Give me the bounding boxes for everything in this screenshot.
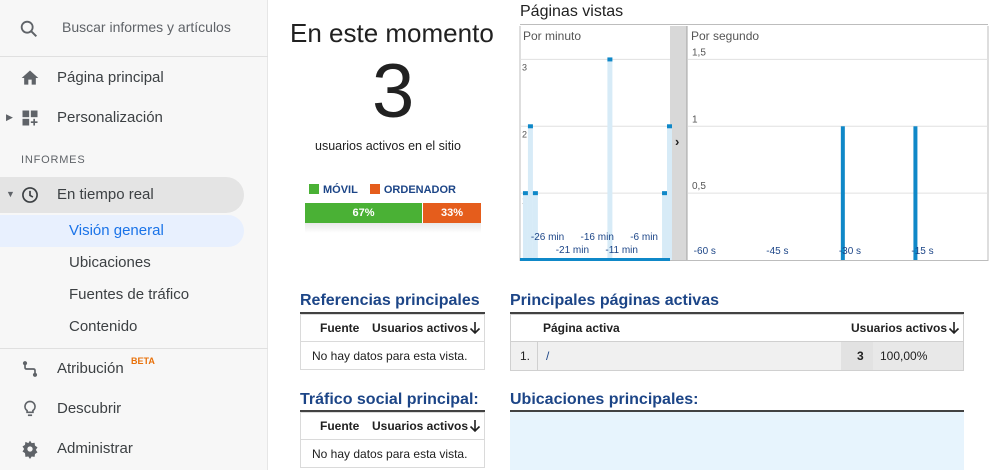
per-minute-bar-bg [532, 193, 538, 260]
pageviews-charts: › Por minuto Por segundo 123 0,511,5 -26… [519, 26, 989, 261]
row-index: 1. [520, 349, 531, 363]
gear-icon [22, 440, 38, 459]
nav-discover[interactable]: Descubrir [0, 391, 268, 427]
social-col-users[interactable]: Usuarios activos [372, 419, 468, 433]
nav-content[interactable]: Contenido [0, 311, 244, 343]
active-pages-col-users[interactable]: Usuarios activos [851, 321, 947, 335]
per-minute-title: Por minuto [523, 29, 581, 43]
row-page-link[interactable]: / [546, 349, 549, 363]
social-title: Tráfico social principal: [300, 391, 479, 408]
social-table: Fuente Usuarios activos No hay datos par… [300, 412, 485, 468]
per-minute-xtick: -16 min [581, 232, 614, 243]
per-minute-ytick: 3 [522, 62, 527, 72]
sort-down-icon[interactable] [469, 419, 481, 433]
per-minute-xtick: -26 min [531, 232, 564, 243]
per-minute-bar-bg [662, 193, 668, 260]
chevron-right-icon[interactable]: › [675, 134, 679, 149]
referrals-col-users[interactable]: Usuarios activos [372, 321, 468, 335]
per-second-bar [913, 126, 918, 261]
lightbulb-icon [24, 400, 36, 417]
referrals-table: Fuente Usuarios activos No hay datos par… [300, 314, 485, 370]
nav-admin[interactable]: Administrar [0, 431, 268, 467]
per-minute-plot-bg [520, 26, 670, 261]
per-minute-bar-bg [607, 59, 613, 260]
nav-traffic-sources-label: Fuentes de tráfico [69, 286, 190, 303]
per-minute-bar [527, 124, 533, 129]
per-second-ytick: 0,5 [692, 181, 706, 192]
referrals-col-source[interactable]: Fuente [320, 321, 359, 335]
per-second-ytick: 1 [692, 114, 698, 125]
nav-attribution[interactable]: Atribución BETA [0, 351, 268, 387]
social-col-source[interactable]: Fuente [320, 419, 359, 433]
per-second-title: Por segundo [691, 29, 759, 43]
per-minute-xtick: -6 min [630, 232, 658, 243]
per-second-bar [840, 126, 845, 261]
per-minute-bar [662, 191, 668, 196]
locations-map[interactable] [510, 412, 964, 470]
per-minute-bar-bg [522, 193, 528, 260]
per-minute-bar [607, 57, 613, 62]
referrals-empty: No hay datos para esta vista. [312, 349, 468, 363]
per-second-xtick: -15 s [911, 246, 933, 257]
sidebar-divider [0, 348, 268, 349]
per-second-xtick: -60 s [694, 246, 716, 257]
per-minute-ytick: 2 [522, 129, 527, 139]
row-users: 3 [857, 349, 864, 363]
attribution-icon [22, 361, 38, 377]
per-minute-xtick: -11 min [605, 245, 638, 256]
table-row[interactable]: 1. / 3 100,00% [511, 342, 963, 370]
active-pages-title: Principales páginas activas [510, 292, 719, 309]
beta-badge: BETA [131, 356, 155, 366]
per-second-xtick: -45 s [766, 246, 788, 257]
referrals-title: Referencias principales [300, 292, 480, 309]
nav-discover-label: Descubrir [57, 400, 122, 417]
per-minute-bar [522, 191, 528, 196]
row-percentage: 100,00% [880, 349, 928, 363]
active-pages-col-page[interactable]: Página activa [543, 321, 620, 335]
per-second-ytick: 1,5 [692, 47, 706, 58]
per-minute-bar [667, 124, 672, 129]
active-pages-table: Página activa Usuarios activos 1. / 3 10… [510, 314, 964, 371]
sort-down-icon[interactable] [469, 321, 481, 335]
per-minute-bar-bg [667, 126, 672, 261]
social-empty: No hay datos para esta vista. [312, 447, 468, 461]
locations-title: Ubicaciones principales: [510, 391, 699, 408]
nav-attribution-label: Atribución [57, 360, 124, 377]
nav-content-label: Contenido [69, 318, 138, 335]
sort-down-icon[interactable] [948, 321, 960, 335]
per-minute-bar [532, 191, 538, 196]
per-second-xtick: -30 s [839, 246, 861, 257]
nav-admin-label: Administrar [57, 440, 133, 457]
nav-traffic-sources[interactable]: Fuentes de tráfico [0, 279, 244, 311]
per-minute-zero-line [520, 258, 670, 261]
per-minute-xtick: -21 min [556, 245, 589, 256]
